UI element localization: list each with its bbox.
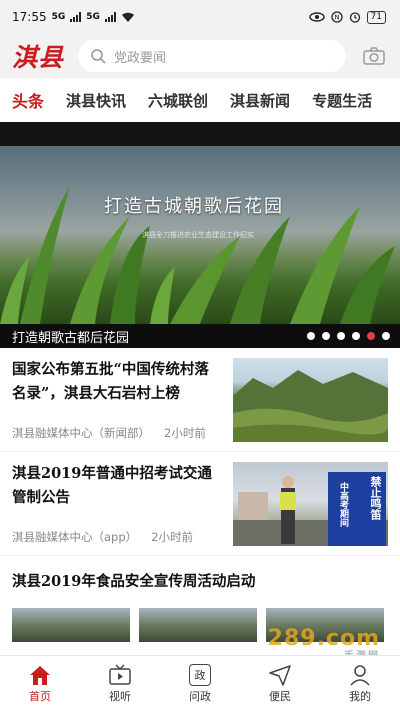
battery-icon: 71: [366, 10, 386, 24]
signal-icon: [70, 12, 82, 22]
signal-icon-2: [104, 12, 116, 22]
search-placeholder: 党政要闻: [114, 50, 167, 66]
news-meta: 淇县融媒体中心（app） 2小时前: [12, 529, 193, 545]
nfc-icon: N: [330, 11, 343, 23]
camera-icon: [363, 47, 385, 65]
nav-services[interactable]: 便民: [250, 664, 310, 704]
status-bar: 17:55 5G 5G N 71: [0, 0, 400, 34]
tab-special-life[interactable]: 专题生活: [312, 90, 372, 111]
tab-qixian-news[interactable]: 淇县新闻: [230, 90, 290, 111]
nav-home[interactable]: 首页: [10, 664, 70, 704]
news-title: 淇县2019年普通中招考试交通管制公告: [12, 465, 212, 506]
search-bar[interactable]: 党政要闻: [78, 40, 346, 72]
home-icon: [30, 665, 50, 685]
status-right: N 71: [308, 10, 386, 24]
news-thumbnail: [12, 608, 130, 642]
nav-label: 问政: [189, 689, 211, 703]
banner-title: 打造古城朝歌后花园: [104, 196, 284, 217]
news-thumbnail: 禁止鸣笛 中高考期间: [233, 462, 388, 546]
news-item[interactable]: 国家公布第五批“中国传统村落名录”，淇县大石岩村上榜 淇县融媒体中心（新闻部） …: [0, 348, 400, 452]
news-meta: 淇县融媒体中心（新闻部） 2小时前: [12, 425, 206, 441]
no-honk-sign: 禁止鸣笛: [369, 476, 382, 520]
exam-period-sign: 中高考期间: [338, 482, 348, 527]
alarm-icon: [349, 12, 360, 23]
news-source: 淇县融媒体中心（新闻部）: [12, 426, 150, 440]
nav-label: 首页: [29, 689, 51, 703]
nav-label: 便民: [269, 689, 291, 703]
tab-qixian-express[interactable]: 淇县快讯: [66, 90, 126, 111]
banner-carousel[interactable]: 打造古城朝歌后花园 淇县全力推进农业生态建设工作纪实 打造朝歌古都后花园: [0, 122, 400, 348]
carousel-dot[interactable]: [337, 332, 345, 340]
category-tabs: 头条 淇县快讯 六城联创 淇县新闻 专题生活: [0, 78, 400, 122]
nav-profile[interactable]: 我的: [330, 664, 390, 704]
carousel-dot[interactable]: [307, 332, 315, 340]
carousel-dot[interactable]: [382, 332, 390, 340]
nav-video[interactable]: 视听: [90, 663, 150, 704]
news-source: 淇县融媒体中心（app）: [12, 530, 138, 544]
banner-subtitle: 淇县全力推进农业生态建设工作纪实: [142, 231, 254, 239]
news-time: 2小时前: [151, 530, 193, 544]
news-item[interactable]: 淇县2019年普通中招考试交通管制公告 淇县融媒体中心（app） 2小时前 禁止…: [0, 452, 400, 556]
mountain-village-image: [233, 370, 388, 442]
camera-button[interactable]: [360, 42, 388, 70]
news-text: 国家公布第五批“中国传统村落名录”，淇县大石岩村上榜: [12, 358, 222, 406]
news-thumbnail: [233, 358, 388, 442]
nav-label: 视听: [109, 689, 131, 703]
nav-label: 我的: [349, 689, 371, 703]
carousel-dot[interactable]: [352, 332, 360, 340]
eye-icon: [308, 12, 325, 22]
news-text: 淇县2019年普通中招考试交通管制公告: [12, 462, 222, 510]
tab-headlines[interactable]: 头条: [12, 88, 44, 112]
svg-text:N: N: [334, 14, 339, 22]
network-indicator-2: 5G: [86, 12, 100, 22]
network-indicator-1: 5G: [51, 12, 66, 22]
news-title: 国家公布第五批“中国传统村落名录”，淇县大石岩村上榜: [12, 361, 209, 402]
app-header: 淇县 党政要闻: [0, 34, 400, 78]
send-icon: [269, 664, 291, 686]
app-logo: 淇县: [12, 43, 65, 72]
user-icon: [350, 664, 370, 686]
status-time: 17:55: [12, 10, 47, 24]
bottom-navigation: 首页 视听 政 问政 便民 我的: [0, 655, 400, 711]
news-list: 国家公布第五批“中国传统村落名录”，淇县大石岩村上榜 淇县融媒体中心（新闻部） …: [0, 348, 400, 642]
search-icon: [91, 49, 106, 64]
zheng-box-icon: 政: [189, 663, 211, 686]
banner-caption-bar: 打造朝歌古都后花园: [0, 324, 400, 348]
carousel-dot-active[interactable]: [367, 332, 375, 340]
wifi-icon: [121, 12, 134, 22]
news-title: 淇县2019年食品安全宣传周活动启动: [12, 573, 256, 590]
tab-six-cities[interactable]: 六城联创: [148, 90, 208, 111]
banner-image: 打造古城朝歌后花园 淇县全力推进农业生态建设工作纪实: [0, 146, 400, 324]
banner-caption: 打造朝歌古都后花园: [12, 330, 130, 346]
carousel-dot[interactable]: [322, 332, 330, 340]
status-left: 17:55 5G 5G: [12, 10, 135, 24]
news-thumbnail: [139, 608, 257, 642]
news-time: 2小时前: [164, 426, 206, 440]
carousel-dots: [307, 332, 390, 340]
tv-icon: [109, 663, 131, 685]
nav-inquiry[interactable]: 政 问政: [170, 663, 230, 704]
